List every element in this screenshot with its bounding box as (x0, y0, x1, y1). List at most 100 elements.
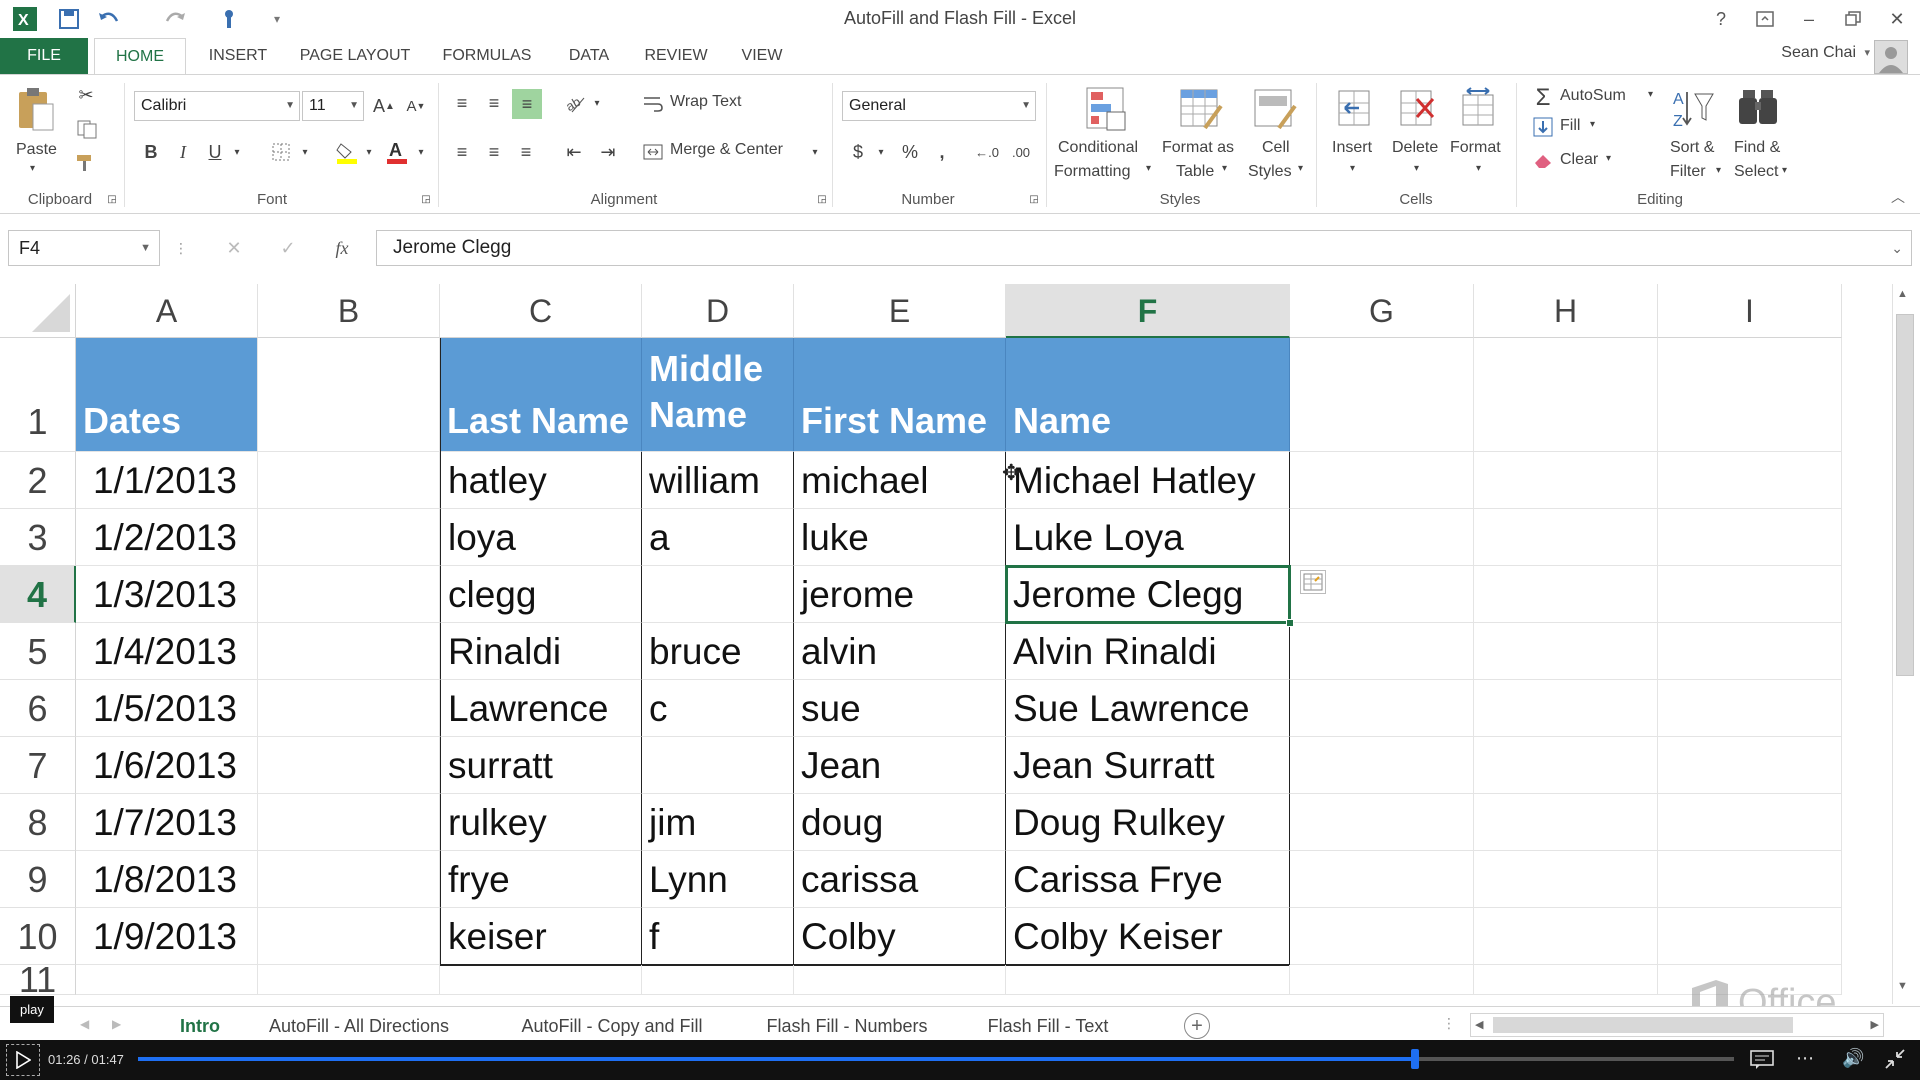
cell-e8[interactable]: doug (794, 794, 1006, 851)
cell-d4[interactable] (642, 566, 794, 623)
cell-e5[interactable]: alvin (794, 623, 1006, 680)
wrap-text-icon[interactable] (640, 91, 666, 117)
sort-filter-label-2[interactable]: Filter (1670, 163, 1706, 181)
restore-icon[interactable] (1836, 4, 1870, 34)
name-box[interactable]: F4 ▼ (8, 230, 160, 266)
cell-e2[interactable]: michael (794, 452, 1006, 509)
cell-e9[interactable]: carissa (794, 851, 1006, 908)
video-progress-handle[interactable] (1410, 1049, 1419, 1069)
scroll-right-icon[interactable]: ▶ (1871, 1018, 1879, 1031)
cell-b8[interactable] (258, 794, 440, 851)
autosum-icon[interactable]: Σ (1530, 84, 1556, 111)
tab-file[interactable]: FILE (0, 38, 88, 74)
cell-b4[interactable] (258, 566, 440, 623)
cell-i1[interactable] (1658, 338, 1842, 452)
cell-d1[interactable]: Middle Name (642, 338, 794, 452)
tab-view[interactable]: VIEW (730, 38, 794, 74)
row-header-9[interactable]: 9 (0, 851, 76, 908)
copy-icon[interactable] (72, 117, 102, 141)
align-right-icon[interactable]: ≡ (512, 137, 540, 167)
decrease-decimal-button[interactable]: .00 (1006, 137, 1036, 167)
cell-d8[interactable]: jim (642, 794, 794, 851)
row-header-5[interactable]: 5 (0, 623, 76, 680)
cell-e10[interactable]: Colby (794, 908, 1006, 965)
cell-i4[interactable] (1658, 566, 1842, 623)
cell-h3[interactable] (1474, 509, 1658, 566)
column-header-f[interactable]: F (1006, 284, 1290, 338)
cell-styles-dropdown-icon[interactable]: ▾ (1298, 163, 1303, 174)
horizontal-scrollbar[interactable]: ◀ ▶ (1470, 1013, 1884, 1037)
user-name[interactable]: Sean Chai (1781, 44, 1856, 62)
cell-e3[interactable]: luke (794, 509, 1006, 566)
cell-e4[interactable]: jerome (794, 566, 1006, 623)
format-cells-label[interactable]: Format (1450, 139, 1501, 157)
cell-i7[interactable] (1658, 737, 1842, 794)
cell-g9[interactable] (1290, 851, 1474, 908)
format-cells-icon[interactable] (1458, 85, 1500, 133)
cell-a5[interactable]: 1/4/2013 (76, 623, 258, 680)
cell-h1[interactable] (1474, 338, 1658, 452)
cell-f2[interactable]: Michael Hatley (1006, 452, 1290, 509)
user-dropdown-icon[interactable]: ▾ (1864, 46, 1870, 59)
vertical-scroll-thumb[interactable] (1896, 314, 1914, 676)
cell-g3[interactable] (1290, 509, 1474, 566)
top-align-icon[interactable]: ≡ (448, 89, 476, 117)
font-launcher-icon[interactable]: ◲ (420, 193, 432, 205)
column-header-d[interactable]: D (642, 284, 794, 338)
cell-g7[interactable] (1290, 737, 1474, 794)
sort-filter-label-1[interactable]: Sort & (1670, 139, 1714, 157)
cell-d2[interactable]: william (642, 452, 794, 509)
delete-cells-icon[interactable] (1396, 85, 1438, 133)
cell-h10[interactable] (1474, 908, 1658, 965)
ribbon-display-options-icon[interactable] (1748, 4, 1782, 34)
new-sheet-icon[interactable]: + (1184, 1013, 1210, 1039)
cell-i5[interactable] (1658, 623, 1842, 680)
alignment-launcher-icon[interactable]: ◲ (816, 193, 828, 205)
conditional-formatting-dropdown-icon[interactable]: ▾ (1146, 163, 1151, 174)
merge-dropdown-icon[interactable]: ▾ (808, 137, 822, 167)
cell-h8[interactable] (1474, 794, 1658, 851)
cell-i10[interactable] (1658, 908, 1842, 965)
cell-a6[interactable]: 1/5/2013 (76, 680, 258, 737)
column-header-g[interactable]: G (1290, 284, 1474, 338)
middle-align-icon[interactable]: ≡ (480, 89, 508, 117)
orientation-dropdown-icon[interactable]: ▾ (590, 89, 604, 117)
more-options-icon[interactable]: ⋯ (1796, 1048, 1814, 1069)
cell-e11[interactable] (794, 965, 1006, 995)
find-select-dropdown-icon[interactable]: ▾ (1782, 165, 1787, 176)
cell-i9[interactable] (1658, 851, 1842, 908)
name-box-dropdown-icon[interactable]: ▼ (140, 231, 151, 265)
cell-b11[interactable] (258, 965, 440, 995)
cell-c7[interactable]: surratt (440, 737, 642, 794)
fill-icon[interactable] (1532, 115, 1554, 139)
cell-b6[interactable] (258, 680, 440, 737)
italic-button[interactable]: I (170, 137, 196, 167)
fill-color-dropdown-icon[interactable]: ▾ (362, 137, 376, 167)
tab-review[interactable]: REVIEW (634, 38, 718, 74)
cell-h6[interactable] (1474, 680, 1658, 737)
cell-a2[interactable]: 1/1/2013 (76, 452, 258, 509)
confirm-entry-icon[interactable]: ✓ (274, 234, 302, 262)
orientation-icon[interactable]: ab (562, 89, 590, 117)
row-header-4[interactable]: 4 (0, 566, 76, 623)
conditional-formatting-icon[interactable] (1084, 85, 1130, 133)
fill-color-icon[interactable] (332, 137, 362, 167)
sort-filter-dropdown-icon[interactable]: ▾ (1716, 165, 1721, 176)
paste-dropdown-icon[interactable]: ▾ (30, 163, 35, 174)
cell-styles-label-2[interactable]: Styles (1248, 163, 1292, 181)
cell-c9[interactable]: frye (440, 851, 642, 908)
tab-home[interactable]: HOME (94, 38, 186, 75)
number-launcher-icon[interactable]: ◲ (1028, 193, 1040, 205)
cell-g11[interactable] (1290, 965, 1474, 995)
currency-button[interactable]: $ (844, 137, 872, 167)
bold-button[interactable]: B (138, 137, 164, 167)
cell-f7[interactable]: Jean Surratt (1006, 737, 1290, 794)
cell-c5[interactable]: Rinaldi (440, 623, 642, 680)
column-header-a[interactable]: A (76, 284, 258, 338)
tab-page-layout[interactable]: PAGE LAYOUT (290, 38, 420, 74)
cancel-entry-icon[interactable]: ✕ (220, 234, 248, 262)
cell-f3[interactable]: Luke Loya (1006, 509, 1290, 566)
decrease-indent-icon[interactable]: ⇤ (560, 137, 588, 167)
find-select-binoculars-icon[interactable] (1736, 85, 1782, 133)
conditional-formatting-label-1[interactable]: Conditional (1058, 139, 1138, 157)
